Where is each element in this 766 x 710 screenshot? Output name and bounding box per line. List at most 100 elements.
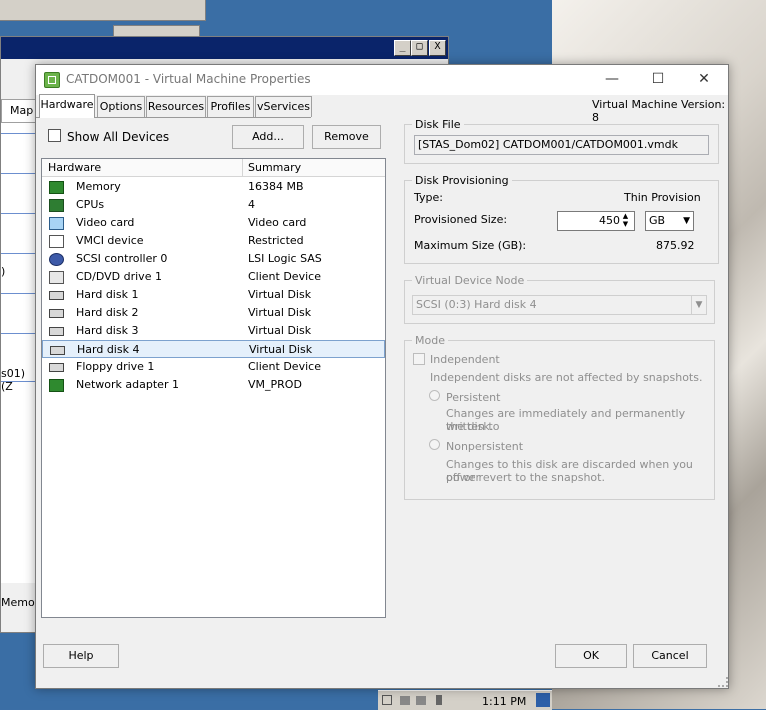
persistent-radio[interactable] <box>429 390 440 401</box>
chevron-down-icon[interactable]: ▼ <box>683 212 690 230</box>
independent-description: Independent disks are not affected by sn… <box>430 371 703 384</box>
hardware-summary: 4 <box>248 198 255 211</box>
add-button[interactable]: Add... <box>232 125 304 149</box>
vm-version-label: Virtual Machine Version: 8 <box>592 98 726 124</box>
tab-profiles[interactable]: Profiles <box>207 96 254 117</box>
spin-up-icon[interactable]: ▲ <box>619 212 632 220</box>
cancel-button[interactable]: Cancel <box>633 644 707 668</box>
hardware-name: VMCI device <box>76 234 144 247</box>
taskbar-clock[interactable]: 1:11 PM <box>482 695 526 708</box>
hardware-row[interactable]: Hard disk 1 Virtual Disk <box>42 286 385 304</box>
hardware-column-header[interactable]: Hardware <box>48 161 101 174</box>
hardware-row[interactable]: SCSI controller 0 LSI Logic SAS <box>42 250 385 268</box>
tab-hardware[interactable]: Hardware <box>39 94 95 118</box>
cd-dvd-icon <box>49 271 64 284</box>
chevron-down-icon[interactable]: ▼ <box>691 296 706 314</box>
remove-button[interactable]: Remove <box>312 125 381 149</box>
hardware-name: Hard disk 4 <box>77 343 140 356</box>
close-button[interactable]: ✕ <box>681 65 727 95</box>
spin-down-icon[interactable]: ▼ <box>619 220 632 228</box>
dialog-titlebar[interactable]: CATDOM001 - Virtual Machine Properties —… <box>36 65 728 95</box>
independent-label[interactable]: Independent <box>430 353 500 366</box>
hardware-summary: Restricted <box>248 234 304 247</box>
virtual-device-node-group-title: Virtual Device Node <box>412 274 528 287</box>
vm-properties-dialog: CATDOM001 - Virtual Machine Properties —… <box>35 64 729 689</box>
background-list-line <box>1 333 37 334</box>
show-all-devices-label[interactable]: Show All Devices <box>67 130 169 144</box>
hardware-name: Hard disk 2 <box>76 306 139 319</box>
hardware-summary: Client Device <box>248 270 321 283</box>
video-card-icon <box>49 217 64 230</box>
background-list: ) s01) (Z <box>1 123 37 583</box>
help-button[interactable]: Help <box>43 644 119 668</box>
virtual-device-node-value: SCSI (0:3) Hard disk 4 <box>416 298 537 311</box>
size-unit-select[interactable]: GB ▼ <box>645 211 694 231</box>
hardware-row[interactable]: Hard disk 3 Virtual Disk <box>42 322 385 340</box>
hardware-row[interactable]: CPUs 4 <box>42 196 385 214</box>
hardware-table[interactable]: Hardware Summary Memory 16384 MB CPUs 4 Vide… <box>41 158 386 618</box>
hardware-row[interactable]: Hard disk 2 Virtual Disk <box>42 304 385 322</box>
persistent-label[interactable]: Persistent <box>446 391 500 404</box>
floppy-icon <box>49 363 64 372</box>
hardware-row[interactable]: Floppy drive 1 Client Device <box>42 358 385 376</box>
hardware-row[interactable]: Network adapter 1 VM_PROD <box>42 376 385 394</box>
dialog-title: CATDOM001 - Virtual Machine Properties <box>66 72 311 86</box>
tab-resources[interactable]: Resources <box>146 96 206 117</box>
hardware-row[interactable]: Memory 16384 MB <box>42 178 385 196</box>
background-minimize-button[interactable]: _ <box>394 40 411 56</box>
provisioned-size-spinner[interactable]: ▲ ▼ <box>619 212 632 230</box>
size-unit-value: GB <box>649 214 666 227</box>
hardware-summary: Client Device <box>248 360 321 373</box>
background-window-titlebar: _ □ X <box>1 37 448 59</box>
hard-disk-icon <box>50 346 65 355</box>
background-list-line <box>1 133 37 134</box>
background-maximize-button[interactable]: □ <box>411 40 428 56</box>
tray-volume-icon[interactable] <box>416 696 426 705</box>
hardware-row[interactable]: VMCI device Restricted <box>42 232 385 250</box>
disk-provisioning-group-title: Disk Provisioning <box>412 174 512 187</box>
type-label: Type: <box>414 191 443 204</box>
hardware-name: Hard disk 3 <box>76 324 139 337</box>
scsi-controller-icon <box>49 253 64 266</box>
minimize-button[interactable]: — <box>589 65 635 95</box>
summary-column-header[interactable]: Summary <box>248 161 301 174</box>
virtual-device-node-select[interactable]: SCSI (0:3) Hard disk 4 ▼ <box>412 295 707 315</box>
hardware-name: CPUs <box>76 198 105 211</box>
hardware-row[interactable]: Hard disk 4 Virtual Disk <box>42 340 385 358</box>
persistent-description-line-2: the disk. <box>446 420 494 433</box>
tab-vservices[interactable]: vServices <box>255 96 312 117</box>
tray-arrow-icon[interactable] <box>382 695 392 705</box>
hardware-table-header: Hardware Summary <box>42 159 385 177</box>
hardware-row[interactable]: Video card Video card <box>42 214 385 232</box>
show-desktop-button[interactable] <box>536 693 550 707</box>
nonpersistent-description-line-2: off or revert to the snapshot. <box>446 471 605 484</box>
disk-file-path-field[interactable]: [STAS_Dom02] CATDOM001/CATDOM001.vmdk <box>414 135 709 155</box>
hardware-summary: Virtual Disk <box>248 288 312 301</box>
background-close-button[interactable]: X <box>429 40 446 56</box>
tray-network-icon[interactable] <box>400 696 410 705</box>
ok-button[interactable]: OK <box>555 644 627 668</box>
hard-disk-icon <box>49 327 64 336</box>
disk-provisioning-group: Disk Provisioning Type: Thin Provision P… <box>404 174 719 264</box>
column-separator[interactable] <box>242 159 243 176</box>
resize-grip-icon[interactable] <box>718 677 728 687</box>
tray-flag-icon[interactable] <box>436 695 442 705</box>
hardware-row[interactable]: CD/DVD drive 1 Client Device <box>42 268 385 286</box>
background-list-line <box>1 253 37 254</box>
hardware-summary: VM_PROD <box>248 378 302 391</box>
hardware-name: Video card <box>76 216 135 229</box>
vmci-icon <box>49 235 64 248</box>
nonpersistent-radio[interactable] <box>429 439 440 450</box>
maximize-button[interactable]: ☐ <box>635 65 681 95</box>
show-all-devices-checkbox[interactable] <box>48 129 61 142</box>
virtual-device-node-group: Virtual Device Node SCSI (0:3) Hard disk… <box>404 274 715 324</box>
cpu-icon <box>49 199 64 212</box>
hardware-summary: Virtual Disk <box>249 343 313 356</box>
background-row-fragment: ) <box>1 265 6 278</box>
tab-options[interactable]: Options <box>97 96 145 117</box>
hardware-name: CD/DVD drive 1 <box>76 270 162 283</box>
mode-group: Mode Independent Independent disks are n… <box>404 334 715 500</box>
nonpersistent-label[interactable]: Nonpersistent <box>446 440 523 453</box>
background-list-line <box>1 173 37 174</box>
independent-checkbox[interactable] <box>413 353 425 365</box>
